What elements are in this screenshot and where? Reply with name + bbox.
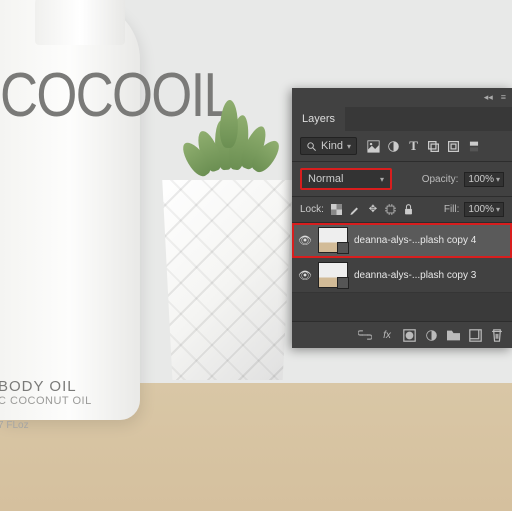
layers-list: 👁 deanna-alys-...plash copy 4 👁 deanna-a… [292, 223, 512, 321]
new-layer-icon[interactable] [468, 328, 482, 342]
lock-pixels-icon[interactable] [349, 204, 361, 216]
pixel-filter-icon[interactable] [367, 140, 380, 153]
fill-value: 100% [468, 204, 494, 215]
layer-thumbnail[interactable] [318, 262, 348, 288]
blend-mode-value: Normal [308, 173, 343, 185]
type-filter-icon[interactable]: T [407, 140, 420, 153]
product-label-2: C COCONUT OIL [0, 395, 92, 407]
blend-mode-select[interactable]: Normal ▾ [300, 168, 392, 190]
succulent-plant [175, 90, 285, 190]
panel-menu-icon[interactable]: ≡ [501, 92, 506, 103]
lock-all-icon[interactable] [403, 204, 415, 216]
layer-filter-row: Kind ▾ T [292, 131, 512, 162]
filter-kind-select[interactable]: Kind ▾ [300, 137, 357, 155]
lock-row: Lock: ✥ Fill: 100% ▾ [292, 197, 512, 223]
link-layers-icon[interactable] [358, 328, 372, 342]
tab-layers[interactable]: Layers [292, 107, 345, 131]
panel-tabs: Layers [292, 107, 512, 131]
product-label-1: BODY OIL [0, 378, 77, 395]
delete-layer-icon[interactable] [490, 328, 504, 342]
layer-name[interactable]: deanna-alys-...plash copy 4 [354, 235, 476, 246]
layer-row[interactable]: 👁 deanna-alys-...plash copy 4 [292, 223, 512, 258]
opacity-value: 100% [468, 174, 494, 185]
adjustment-filter-icon[interactable] [387, 140, 400, 153]
canvas-photo: COCOOIL BODY OIL C COCONUT OIL 7 FLoz ◂◂… [0, 0, 512, 511]
layers-empty-area [292, 293, 512, 321]
add-mask-icon[interactable] [402, 328, 416, 342]
filter-kind-label: Kind [321, 140, 343, 152]
lock-position-icon[interactable]: ✥ [367, 204, 379, 216]
chevron-down-icon: ▾ [496, 175, 500, 184]
collapse-icon[interactable]: ◂◂ [484, 92, 493, 103]
layers-footer: fx [292, 321, 512, 348]
layer-thumbnail[interactable] [318, 227, 348, 253]
bottle-cap [35, 0, 125, 45]
visibility-toggle[interactable]: 👁 [298, 269, 312, 282]
blend-mode-row: Normal ▾ Opacity: 100% ▾ [292, 162, 512, 197]
layer-row[interactable]: 👁 deanna-alys-...plash copy 3 [292, 258, 512, 293]
chevron-down-icon: ▾ [347, 142, 351, 151]
panel-controls: ◂◂ ≡ [292, 88, 512, 107]
product-label-3: 7 FLoz [0, 420, 29, 431]
geometric-planter [155, 180, 300, 380]
chevron-down-icon: ▾ [380, 175, 384, 184]
fx-icon[interactable]: fx [380, 328, 394, 342]
layers-panel: ◂◂ ≡ Layers Kind ▾ T Normal [292, 88, 512, 348]
lock-icons: ✥ [331, 204, 415, 216]
artboard-switch-icon[interactable] [467, 140, 480, 153]
fill-label: Fill: [444, 204, 460, 215]
smartobject-filter-icon[interactable] [447, 140, 460, 153]
fill-input[interactable]: 100% ▾ [464, 202, 504, 217]
filter-type-icons: T [367, 140, 480, 153]
visibility-toggle[interactable]: 👁 [298, 234, 312, 247]
search-icon [306, 141, 317, 152]
opacity-label: Opacity: [422, 174, 459, 185]
group-icon[interactable] [446, 328, 460, 342]
lock-transparency-icon[interactable] [331, 204, 343, 216]
opacity-input[interactable]: 100% ▾ [464, 172, 504, 187]
shape-filter-icon[interactable] [427, 140, 440, 153]
lock-artboard-icon[interactable] [385, 204, 397, 216]
chevron-down-icon: ▾ [496, 205, 500, 214]
adjustment-layer-icon[interactable] [424, 328, 438, 342]
layer-name[interactable]: deanna-alys-...plash copy 3 [354, 270, 476, 281]
lock-label: Lock: [300, 204, 324, 215]
